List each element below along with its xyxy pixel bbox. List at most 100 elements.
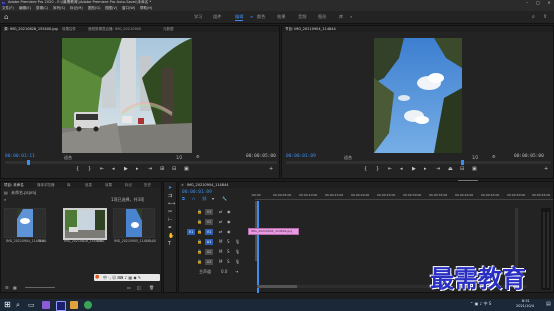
lock-icon[interactable]: 🔒 bbox=[197, 239, 202, 244]
prog-go-to-in-icon[interactable]: ⇤ bbox=[388, 167, 392, 172]
mute-icon[interactable]: M bbox=[219, 249, 222, 254]
timeline-timecode[interactable]: 00:00:01:09 bbox=[182, 190, 212, 195]
tray-icons[interactable]: ⌃ ▣ ♪ 中 S bbox=[470, 301, 491, 307]
taskbar-date[interactable]: 2021/10/4 bbox=[516, 304, 534, 309]
add-button-icon[interactable]: + bbox=[269, 167, 273, 172]
linked-selection-icon[interactable]: ⛓ bbox=[202, 196, 207, 201]
tab-history[interactable]: 历史 bbox=[144, 182, 151, 188]
source-playhead[interactable] bbox=[27, 160, 30, 165]
track-label[interactable]: V2 bbox=[205, 219, 213, 225]
project-item-thumbnail[interactable] bbox=[113, 208, 155, 238]
timeline-ruler[interactable]: :00:00 00:00:05:00 00:00:10:00 00:00:15:… bbox=[251, 192, 553, 200]
tab-metadata[interactable]: 元数据 bbox=[163, 26, 174, 32]
program-timecode-in[interactable]: 00:00:01:09 bbox=[286, 154, 316, 159]
program-fit-dropdown[interactable]: 适合 bbox=[344, 155, 352, 160]
mute-icon[interactable]: M bbox=[219, 239, 222, 244]
sync-lock-icon[interactable]: ⇄ bbox=[219, 219, 222, 224]
file-explorer-icon[interactable] bbox=[70, 301, 78, 309]
track-select-tool-icon[interactable]: ⇉ bbox=[168, 194, 172, 199]
workspace-assembly[interactable]: 组件 bbox=[213, 14, 221, 20]
source-resolution-dropdown[interactable]: 1/2 bbox=[176, 155, 182, 160]
new-bin-icon[interactable]: ▭ bbox=[127, 285, 131, 290]
track-label[interactable]: A3 bbox=[205, 259, 213, 265]
program-resolution-dropdown[interactable]: 1/2 bbox=[472, 155, 478, 160]
mic-icon[interactable]: 🎙 bbox=[235, 259, 240, 264]
solo-icon[interactable]: S bbox=[227, 249, 230, 254]
share-icon[interactable]: ⇪ bbox=[543, 14, 547, 20]
track-label[interactable]: A1 bbox=[205, 239, 213, 245]
track-label[interactable]: A2 bbox=[205, 249, 213, 255]
prog-mark-in-icon[interactable]: { bbox=[364, 167, 367, 172]
workspace-editing[interactable]: 编辑 bbox=[235, 14, 244, 21]
tab-effects[interactable]: 效果 bbox=[105, 182, 112, 188]
taskbar-app-icon[interactable] bbox=[42, 301, 50, 309]
mic-icon[interactable]: 🎙 bbox=[235, 249, 240, 254]
ripple-edit-tool-icon[interactable]: ⟷ bbox=[168, 202, 175, 207]
insert-icon[interactable]: ⊞ bbox=[160, 167, 164, 172]
tab-source[interactable]: 源: IMG_20210828_155400.jpg bbox=[4, 26, 58, 32]
program-scrub-bar[interactable] bbox=[286, 160, 551, 165]
step-back-icon[interactable]: ◂ bbox=[112, 167, 115, 172]
go-to-in-icon[interactable]: ⇤ bbox=[100, 167, 104, 172]
home-icon[interactable]: ⌂ bbox=[4, 14, 11, 21]
prog-export-frame-icon[interactable]: ▣ bbox=[472, 167, 477, 172]
ime-logo-icon[interactable]: ● bbox=[95, 274, 99, 281]
workspace-color[interactable]: 颜色 bbox=[257, 14, 265, 20]
solo-icon[interactable]: S bbox=[227, 259, 230, 264]
razor-tool-icon[interactable]: ✂ bbox=[168, 210, 172, 215]
track-label[interactable]: V3 bbox=[205, 209, 213, 215]
prog-step-back-icon[interactable]: ◂ bbox=[400, 167, 403, 172]
prog-step-forward-icon[interactable]: ▸ bbox=[424, 167, 427, 172]
track-label[interactable]: V1 bbox=[205, 229, 213, 235]
solo-icon[interactable]: S bbox=[227, 239, 230, 244]
lift-icon[interactable]: ⏏ bbox=[448, 167, 453, 172]
extract-icon[interactable]: ⊟ bbox=[460, 167, 464, 172]
ime-options-icon[interactable]: 中 ·, ☺ ⌨ ♪ ▦ ◆ ✎ bbox=[103, 274, 141, 281]
workspace-menu-icon[interactable]: ≡ bbox=[250, 14, 253, 19]
source-fit-dropdown[interactable]: 适合 bbox=[64, 155, 72, 160]
mark-in-icon[interactable]: { bbox=[76, 167, 79, 172]
go-to-out-icon[interactable]: ⇥ bbox=[148, 167, 152, 172]
lock-icon[interactable]: 🔒 bbox=[197, 219, 202, 224]
mark-out-icon[interactable]: } bbox=[88, 167, 91, 172]
windows-start-icon[interactable]: ⊞ bbox=[4, 301, 12, 309]
task-view-icon[interactable]: ▭ bbox=[28, 301, 36, 309]
workspace-audio[interactable]: 音频 bbox=[298, 14, 306, 20]
close-sequence-icon[interactable]: × bbox=[181, 182, 184, 188]
lock-icon[interactable]: 🔒 bbox=[197, 259, 202, 264]
lock-icon[interactable]: 🔒 bbox=[197, 249, 202, 254]
workspace-learn[interactable]: 学习 bbox=[194, 14, 202, 20]
timeline-playhead[interactable] bbox=[257, 201, 259, 293]
master-go-to-icon[interactable]: ⇥ bbox=[235, 269, 238, 274]
step-forward-icon[interactable]: ▸ bbox=[136, 167, 139, 172]
project-item-thumbnail[interactable] bbox=[63, 208, 107, 240]
hand-tool-icon[interactable]: ✋ bbox=[168, 234, 174, 239]
project-search-icon[interactable]: ⌕ bbox=[4, 197, 6, 202]
tab-effect-controls[interactable]: 效果控件 bbox=[62, 26, 76, 32]
premiere-taskbar-icon[interactable] bbox=[56, 301, 66, 311]
lock-icon[interactable]: 🔒 bbox=[197, 229, 202, 234]
taskbar-search-icon[interactable]: ⌕ bbox=[16, 301, 24, 309]
tab-audio-mixer[interactable]: 音频剪辑混合器: IMG_20210905 bbox=[88, 26, 141, 32]
slip-tool-icon[interactable]: ⊢ bbox=[168, 218, 172, 223]
source-timecode-in[interactable]: 00:00:01:11 bbox=[5, 154, 35, 159]
master-volume[interactable]: 0.0 bbox=[221, 269, 227, 274]
list-view-icon[interactable]: ☰ bbox=[5, 285, 9, 290]
tab-sequence[interactable]: IMG_20210904_114844 bbox=[187, 182, 228, 188]
pen-tool-icon[interactable]: ✒ bbox=[168, 226, 172, 231]
sync-lock-icon[interactable]: ⇄ bbox=[219, 209, 222, 214]
eye-icon[interactable]: ◉ bbox=[227, 209, 231, 214]
snap-icon[interactable]: ∩ bbox=[192, 196, 195, 201]
icon-view-icon[interactable]: ▦ bbox=[13, 285, 17, 290]
search-icon[interactable]: ⌕ bbox=[532, 14, 535, 20]
mute-icon[interactable]: M bbox=[219, 259, 222, 264]
selection-tool-icon[interactable]: ➤ bbox=[168, 186, 172, 191]
nest-icon[interactable]: ⧉ bbox=[182, 196, 185, 201]
tab-markers[interactable]: 标记 bbox=[125, 182, 132, 188]
eye-icon[interactable]: ◉ bbox=[227, 229, 231, 234]
tab-project[interactable]: 项目: 未命名 bbox=[4, 182, 24, 188]
browser-icon[interactable] bbox=[84, 301, 92, 309]
settings-icon[interactable]: ⚙ bbox=[196, 154, 200, 159]
prog-add-button-icon[interactable]: + bbox=[544, 167, 548, 172]
workspace-libraries[interactable]: 库 bbox=[339, 14, 343, 20]
